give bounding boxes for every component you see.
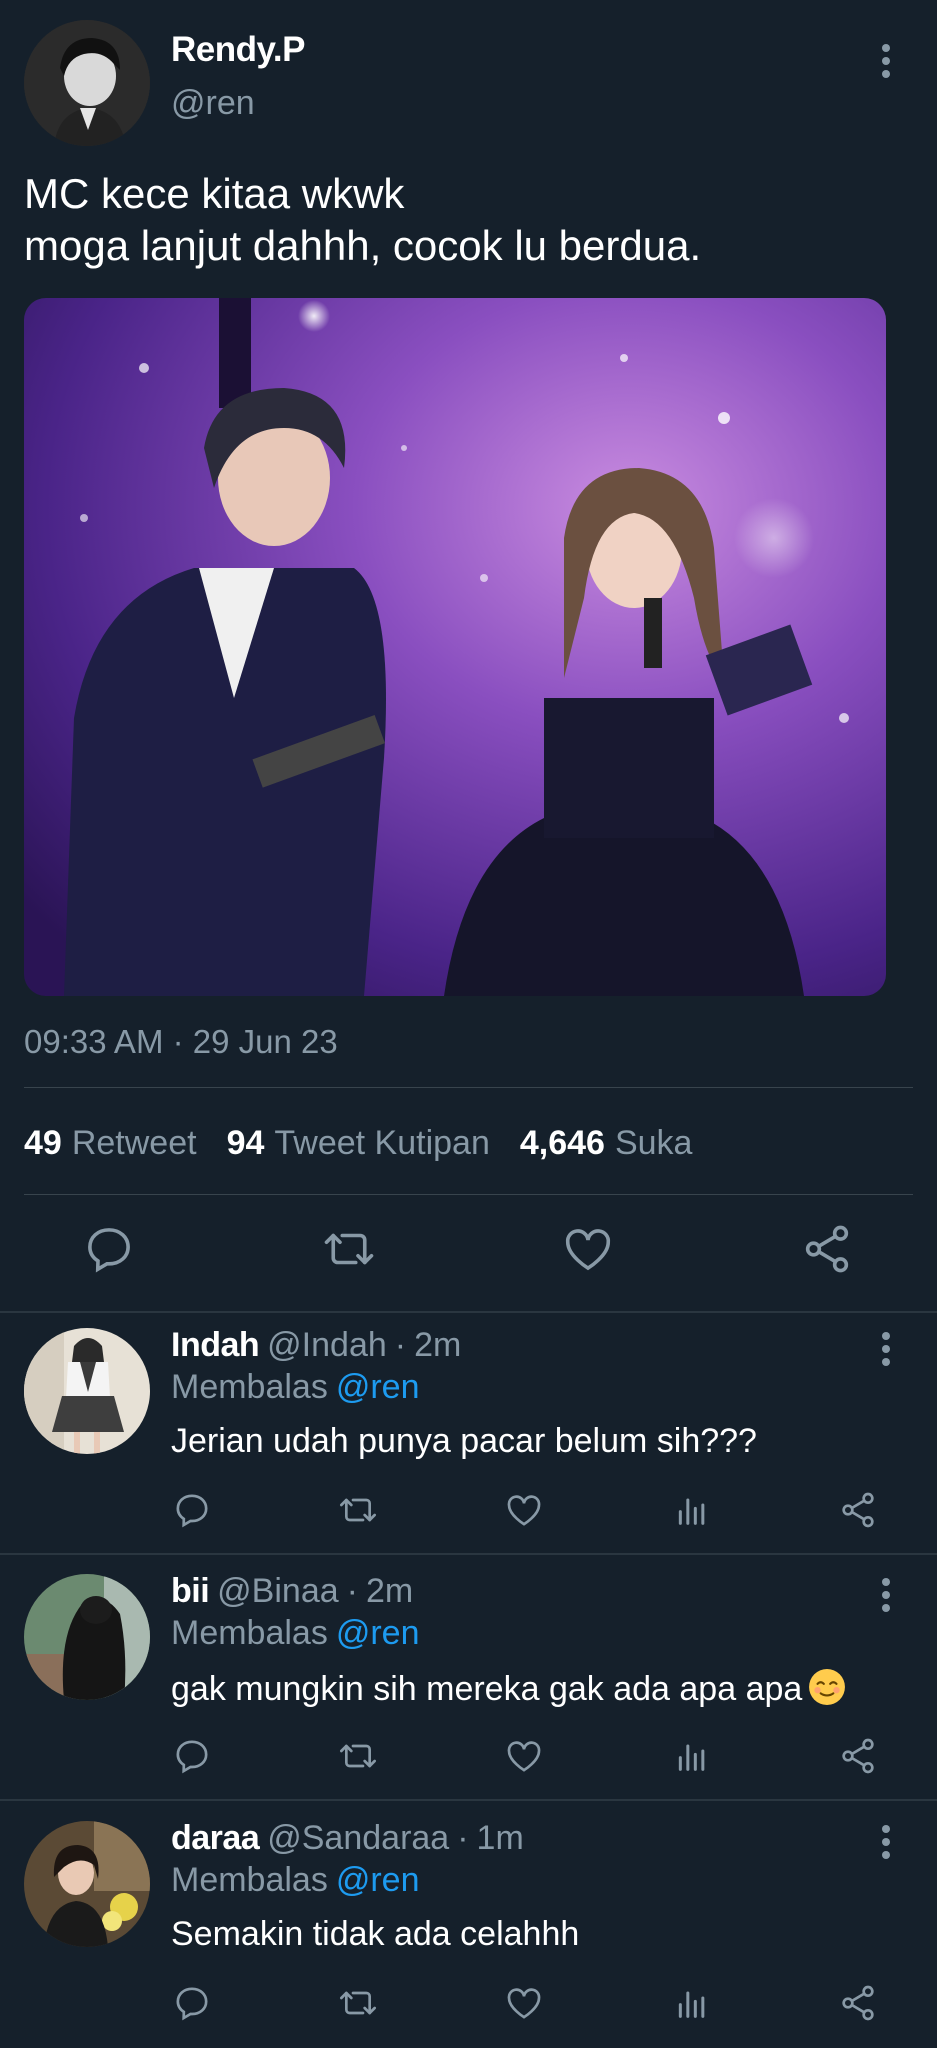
- relieved-face-icon: [809, 1669, 846, 1705]
- reply-actions: [0, 1490, 937, 1534]
- reply-time[interactable]: 1m: [477, 1819, 524, 1857]
- reply-text: Semakin tidak ada celahhh: [171, 1915, 580, 1953]
- reply-author-handle[interactable]: @Binaa: [217, 1572, 338, 1610]
- replying-to: Membalas @ren: [171, 1614, 420, 1652]
- more-options-icon[interactable]: [881, 1825, 891, 1859]
- analytics-icon[interactable]: [672, 1490, 712, 1530]
- retweet-icon[interactable]: [338, 1736, 378, 1776]
- share-icon[interactable]: [838, 1490, 878, 1530]
- retweet-stat[interactable]: 49 Retweet: [24, 1124, 197, 1163]
- like-icon[interactable]: [504, 1983, 544, 2023]
- reply-tweet[interactable]: daraa @Sandaraa · 1m Membalas @ren Semakin t…: [0, 1805, 937, 2048]
- tweet-stats: 49 Retweet 94 Tweet Kutipan 4,646 Suka: [24, 1124, 692, 1163]
- like-stat[interactable]: 4,646 Suka: [520, 1124, 693, 1163]
- reply-icon[interactable]: [172, 1490, 212, 1530]
- more-options-icon[interactable]: [881, 1578, 891, 1612]
- reply-author-handle[interactable]: @Indah: [267, 1326, 387, 1364]
- reply-author-name[interactable]: bii: [171, 1572, 210, 1610]
- reply-time[interactable]: 2m: [366, 1572, 413, 1610]
- reply-avatar[interactable]: [24, 1328, 150, 1454]
- tweet-timestamp[interactable]: 09:33 AM · 29 Jun 23: [24, 1023, 338, 1061]
- retweet-icon[interactable]: [338, 1983, 378, 2023]
- tweet-actions: [0, 1222, 937, 1282]
- quote-stat[interactable]: 94 Tweet Kutipan: [227, 1124, 490, 1163]
- reply-text: gak mungkin sih mereka gak ada apa apa: [171, 1670, 803, 1708]
- analytics-icon[interactable]: [672, 1736, 712, 1776]
- reply-author-name[interactable]: Indah: [171, 1326, 260, 1364]
- replying-to: Membalas @ren: [171, 1861, 420, 1899]
- retweet-icon[interactable]: [338, 1490, 378, 1530]
- reply-text: Jerian udah punya pacar belum sih???: [171, 1422, 757, 1460]
- like-icon[interactable]: [504, 1490, 544, 1530]
- reply-author-name[interactable]: daraa: [171, 1819, 260, 1857]
- retweet-icon[interactable]: [322, 1222, 376, 1276]
- reply-author-handle[interactable]: @Sandaraa: [267, 1819, 449, 1857]
- more-options-icon[interactable]: [881, 1332, 891, 1366]
- divider: [24, 1087, 913, 1088]
- more-options-icon[interactable]: [881, 44, 891, 78]
- reply-avatar[interactable]: [24, 1574, 150, 1700]
- share-icon[interactable]: [838, 1983, 878, 2023]
- replying-to: Membalas @ren: [171, 1368, 420, 1406]
- share-icon[interactable]: [800, 1222, 854, 1276]
- reply-header: Indah @Indah · 2m: [171, 1326, 462, 1364]
- reply-header: daraa @Sandaraa · 1m: [171, 1819, 524, 1857]
- mention-link[interactable]: @ren: [336, 1368, 420, 1406]
- reply-actions: [0, 1736, 937, 1780]
- section-divider: [0, 1799, 937, 1801]
- reply-tweet[interactable]: bii @Binaa · 2m Membalas @ren gak mungkin si…: [0, 1558, 937, 1804]
- section-divider: [0, 1553, 937, 1555]
- divider: [24, 1194, 913, 1195]
- author-avatar[interactable]: [24, 20, 150, 146]
- reply-actions: [0, 1983, 937, 2027]
- author-name[interactable]: Rendy.P: [171, 30, 305, 70]
- reply-icon[interactable]: [172, 1736, 212, 1776]
- share-icon[interactable]: [838, 1736, 878, 1776]
- reply-header: bii @Binaa · 2m: [171, 1572, 414, 1610]
- like-icon[interactable]: [504, 1736, 544, 1776]
- reply-tweet[interactable]: Indah @Indah · 2m Membalas @ren Jerian udah …: [0, 1312, 937, 1558]
- author-handle[interactable]: @ren: [171, 84, 255, 123]
- mention-link[interactable]: @ren: [336, 1861, 420, 1899]
- reply-avatar[interactable]: [24, 1821, 150, 1947]
- tweet-photo[interactable]: [24, 298, 886, 996]
- like-icon[interactable]: [561, 1222, 615, 1276]
- reply-time[interactable]: 2m: [414, 1326, 461, 1364]
- tweet-thread-page: Rendy.P @ren MC kece kitaa wkwk moga lan…: [0, 0, 937, 2048]
- reply-icon[interactable]: [172, 1983, 212, 2023]
- reply-icon[interactable]: [82, 1222, 136, 1276]
- reply-text-row: gak mungkin sih mereka gak ada apa apa: [171, 1668, 846, 1709]
- tweet-text: MC kece kitaa wkwk moga lanjut dahhh, co…: [24, 170, 702, 269]
- analytics-icon[interactable]: [672, 1983, 712, 2023]
- mention-link[interactable]: @ren: [336, 1614, 420, 1652]
